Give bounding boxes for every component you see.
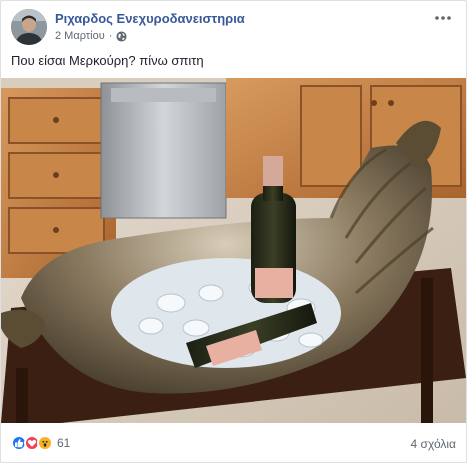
post-header: Ριχαρδος Ενεχυροδανειστηρια 2 Μαρτίου · (11, 9, 458, 45)
post-text: Που είσαι Μερκούρη? πίνω σπιτη (11, 53, 204, 68)
globe-icon[interactable] (116, 30, 127, 42)
comments-count-link[interactable]: 4 σχόλια (411, 437, 456, 451)
reaction-count: 61 (57, 436, 71, 450)
post-date-link[interactable]: 2 Μαρτίου (55, 30, 105, 42)
wow-icon (37, 435, 53, 451)
post-photo[interactable] (1, 78, 466, 423)
post-card: Ριχαρδος Ενεχυροδανειστηρια 2 Μαρτίου · … (0, 0, 467, 463)
meta-separator: · (108, 30, 113, 42)
reactions-summary[interactable]: 61 (11, 435, 70, 451)
more-options-icon[interactable] (432, 9, 454, 27)
author-avatar[interactable] (11, 9, 47, 45)
post-meta: 2 Μαρτίου · (55, 30, 127, 42)
author-name-link[interactable]: Ριχαρδος Ενεχυροδανειστηρια (55, 11, 245, 26)
post-footer: 61 4 σχόλια (11, 432, 458, 456)
